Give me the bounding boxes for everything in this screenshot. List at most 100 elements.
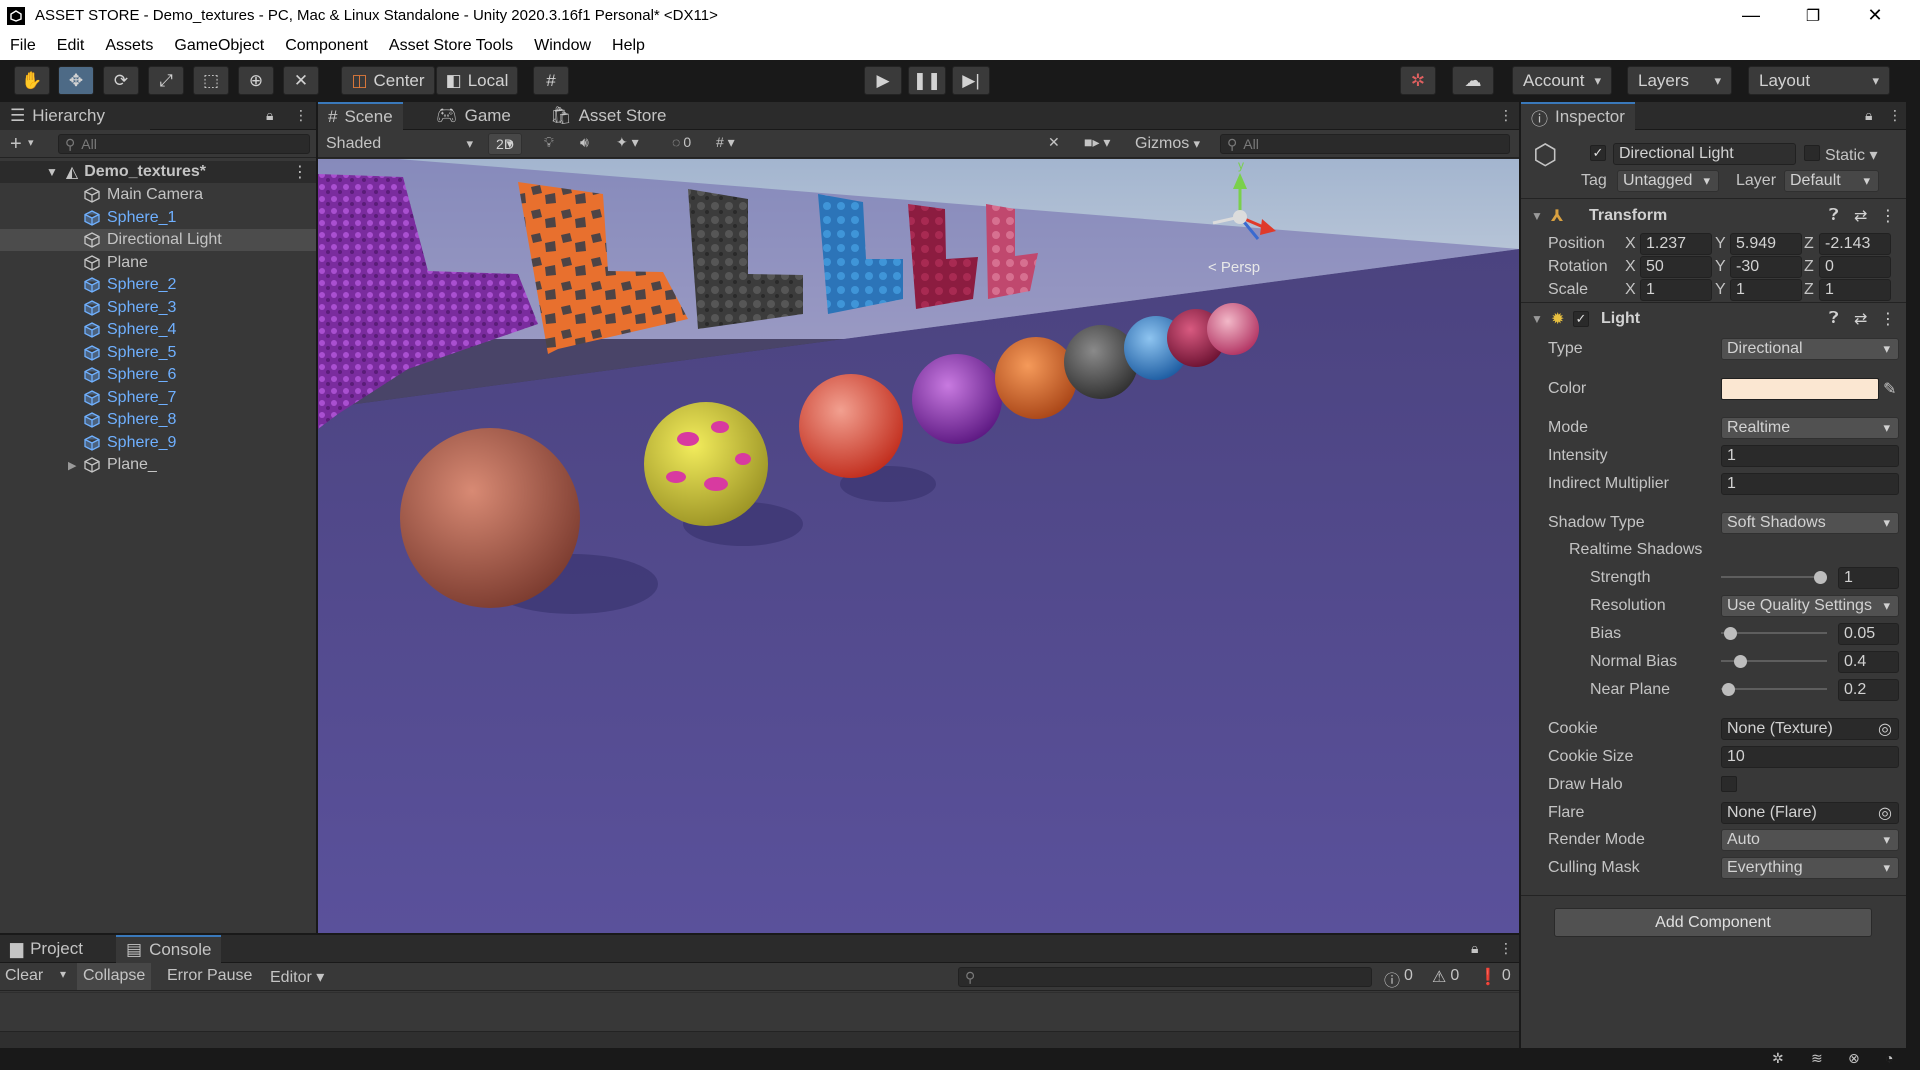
bias-field[interactable]: 0.05 (1838, 622, 1899, 645)
bias-slider-knob[interactable] (1724, 627, 1737, 640)
hierarchy-item[interactable]: Sphere_5 (0, 342, 316, 364)
sphere-4[interactable] (912, 354, 1002, 444)
tag-dropdown[interactable]: Untagged (1617, 170, 1719, 192)
kebab-menu-icon[interactable]: ⋮ (1499, 940, 1513, 957)
shadow-type-dropdown[interactable]: Soft Shadows (1721, 511, 1899, 534)
lock-icon[interactable]: 🔒︎ (1471, 940, 1478, 957)
object-picker-icon[interactable]: ◎ (1878, 719, 1892, 739)
axis-x-label[interactable]: X (1625, 258, 1636, 276)
scale-z-field[interactable]: 1 (1819, 278, 1891, 301)
kebab-menu-icon[interactable]: ⋮ (294, 107, 308, 124)
sphere-1[interactable] (400, 428, 580, 608)
near-plane-slider-track[interactable] (1721, 688, 1827, 690)
tab-scene[interactable]: # Scene (318, 102, 403, 130)
warning-count-toggle[interactable]: ⚠ 0 (1432, 967, 1459, 987)
layer-dropdown[interactable]: Default (1784, 170, 1879, 192)
cloud-button[interactable]: ☁ (1452, 66, 1494, 95)
tab-console[interactable]: ▤ Console (116, 935, 222, 963)
light-header[interactable]: ▼ ✹ ✓ Light ❓︎ ⇄ ⋮ (1521, 305, 1906, 333)
sphere-3[interactable] (799, 374, 903, 478)
grid-icon[interactable]: # ▾ (716, 134, 735, 151)
sphere-9[interactable] (1207, 303, 1259, 355)
axis-y-label[interactable]: Y (1715, 235, 1726, 253)
axis-z-label[interactable]: Z (1804, 281, 1814, 299)
transform-header[interactable]: ▼ ⅄ Transform ❓︎ ⇄ ⋮ (1521, 202, 1906, 230)
rotation-z-field[interactable]: 0 (1819, 255, 1891, 278)
menu-help[interactable]: Help (612, 37, 645, 55)
intensity-field[interactable]: 1 (1721, 444, 1899, 467)
menu-gameobject[interactable]: GameObject (174, 37, 264, 55)
log-count-toggle[interactable]: ⓘ 0 (1384, 967, 1413, 991)
hierarchy-item[interactable]: Sphere_6 (0, 364, 316, 386)
axis-y-label[interactable]: Y (1715, 258, 1726, 276)
move-tool-button[interactable]: ✥ (58, 66, 94, 95)
lightbulb-icon[interactable]: 💡︎ (544, 134, 554, 151)
layers-dropdown[interactable]: Layers (1627, 66, 1732, 95)
axis-z-label[interactable]: Z (1804, 235, 1814, 253)
static-checkbox[interactable] (1804, 145, 1820, 161)
error-count-toggle[interactable]: ❗ 0 (1478, 967, 1511, 987)
scale-tool-button[interactable]: ⤢ (148, 66, 184, 95)
layout-dropdown[interactable]: Layout (1748, 66, 1890, 95)
kebab-menu-icon[interactable]: ⋮ (1499, 107, 1513, 124)
object-name-field[interactable]: Directional Light (1613, 143, 1796, 165)
layers-icon[interactable]: ≋ (1811, 1050, 1823, 1067)
cookie-field[interactable]: None (Texture) ◎ (1721, 717, 1899, 740)
error-pause-toggle[interactable]: Error Pause (167, 967, 252, 985)
light-mode-dropdown[interactable]: Realtime (1721, 416, 1899, 439)
hierarchy-item[interactable]: Sphere_4 (0, 319, 316, 341)
near-plane-field[interactable]: 0.2 (1838, 678, 1899, 701)
cookie-size-field[interactable]: 10 (1721, 745, 1899, 768)
menu-window[interactable]: Window (534, 37, 591, 55)
sphere-5[interactable] (995, 337, 1077, 419)
help-icon[interactable]: ❓︎ (1829, 207, 1839, 225)
sphere-2[interactable] (644, 402, 768, 526)
menu-edit[interactable]: Edit (57, 37, 85, 55)
tab-project[interactable]: ▆ Project (0, 935, 93, 963)
custom-tool-button[interactable]: ✕ (283, 66, 319, 95)
hierarchy-item[interactable]: Sphere_8 (0, 409, 316, 431)
account-dropdown[interactable]: Account (1512, 66, 1612, 95)
bug-icon[interactable]: ✲ (1772, 1050, 1784, 1067)
light-color-swatch[interactable] (1721, 377, 1879, 400)
hierarchy-item[interactable]: Plane (0, 252, 316, 274)
object-picker-icon[interactable]: ◎ (1878, 803, 1892, 823)
camera-icon[interactable]: ■▸ ▾ (1084, 134, 1110, 151)
rect-tool-button[interactable]: ⬚ (193, 66, 229, 95)
editor-dropdown[interactable]: Editor ▾ (270, 967, 324, 987)
axis-x-label[interactable]: X (1625, 281, 1636, 299)
strength-field[interactable]: 1 (1838, 566, 1899, 589)
preset-icon[interactable]: ⇄ (1854, 309, 1867, 329)
position-z-field[interactable]: -2.143 (1819, 232, 1891, 255)
console-search-input[interactable]: ⚲ (958, 967, 1372, 987)
scene-viewport[interactable]: y < Persp (318, 159, 1519, 933)
tab-asset-store[interactable]: 🛍︎ Asset Store (540, 102, 676, 130)
scale-x-field[interactable]: 1 (1640, 278, 1712, 301)
menu-file[interactable]: File (10, 37, 36, 55)
hierarchy-item[interactable]: ▶ Plane_ (0, 454, 316, 476)
hierarchy-item[interactable]: Sphere_2 (0, 274, 316, 296)
rotate-tool-button[interactable]: ⟳ (103, 66, 139, 95)
transform-tool-button[interactable]: ⊕ (238, 66, 274, 95)
hierarchy-item[interactable]: Sphere_9 (0, 432, 316, 454)
hierarchy-item[interactable]: Sphere_3 (0, 297, 316, 319)
strength-slider-knob[interactable] (1814, 571, 1827, 584)
component-menu-icon[interactable]: ⋮ (1880, 206, 1896, 226)
play-button[interactable]: ▶ (864, 66, 902, 95)
collab-button[interactable]: ✲ (1400, 66, 1436, 95)
minimize-button[interactable]: — (1720, 0, 1782, 31)
normal-bias-field[interactable]: 0.4 (1838, 650, 1899, 673)
hierarchy-item[interactable]: Directional Light (0, 229, 316, 251)
menu-component[interactable]: Component (285, 37, 368, 55)
hand-tool-button[interactable]: ✋ (14, 66, 50, 95)
tab-inspector[interactable]: ⓘ Inspector (1521, 102, 1635, 130)
axis-y-label[interactable]: Y (1715, 281, 1726, 299)
position-x-field[interactable]: 1.237 (1640, 232, 1712, 255)
scene-root-row[interactable]: ▼ ◭ Demo_textures* ⋮ (0, 161, 316, 183)
pivot-local-toggle[interactable]: ◧ Local (436, 66, 518, 95)
light-enabled-checkbox[interactable]: ✓ (1573, 311, 1589, 327)
cache-server-icon[interactable]: ⊗ (1848, 1050, 1860, 1067)
chevron-down-icon[interactable]: ▾ (28, 136, 34, 149)
light-type-dropdown[interactable]: Directional (1721, 337, 1899, 360)
hierarchy-item[interactable]: Sphere_1 (0, 207, 316, 229)
